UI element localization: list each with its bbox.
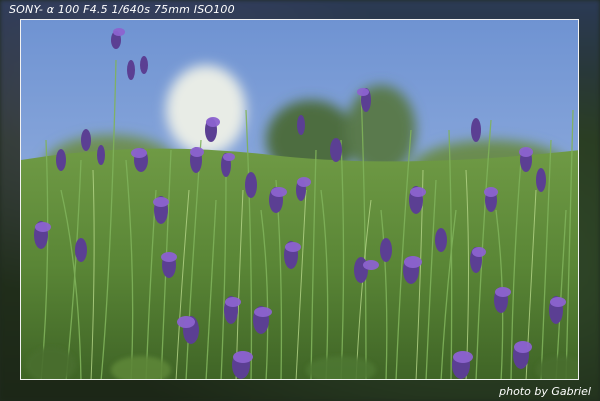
photo-frame [20,19,579,380]
exif-caption: SONY- α 100 F4.5 1/640s 75mm ISO100 [9,3,235,16]
photo-credit: photo by Gabriel [499,385,591,398]
lavender-photo [21,20,578,379]
